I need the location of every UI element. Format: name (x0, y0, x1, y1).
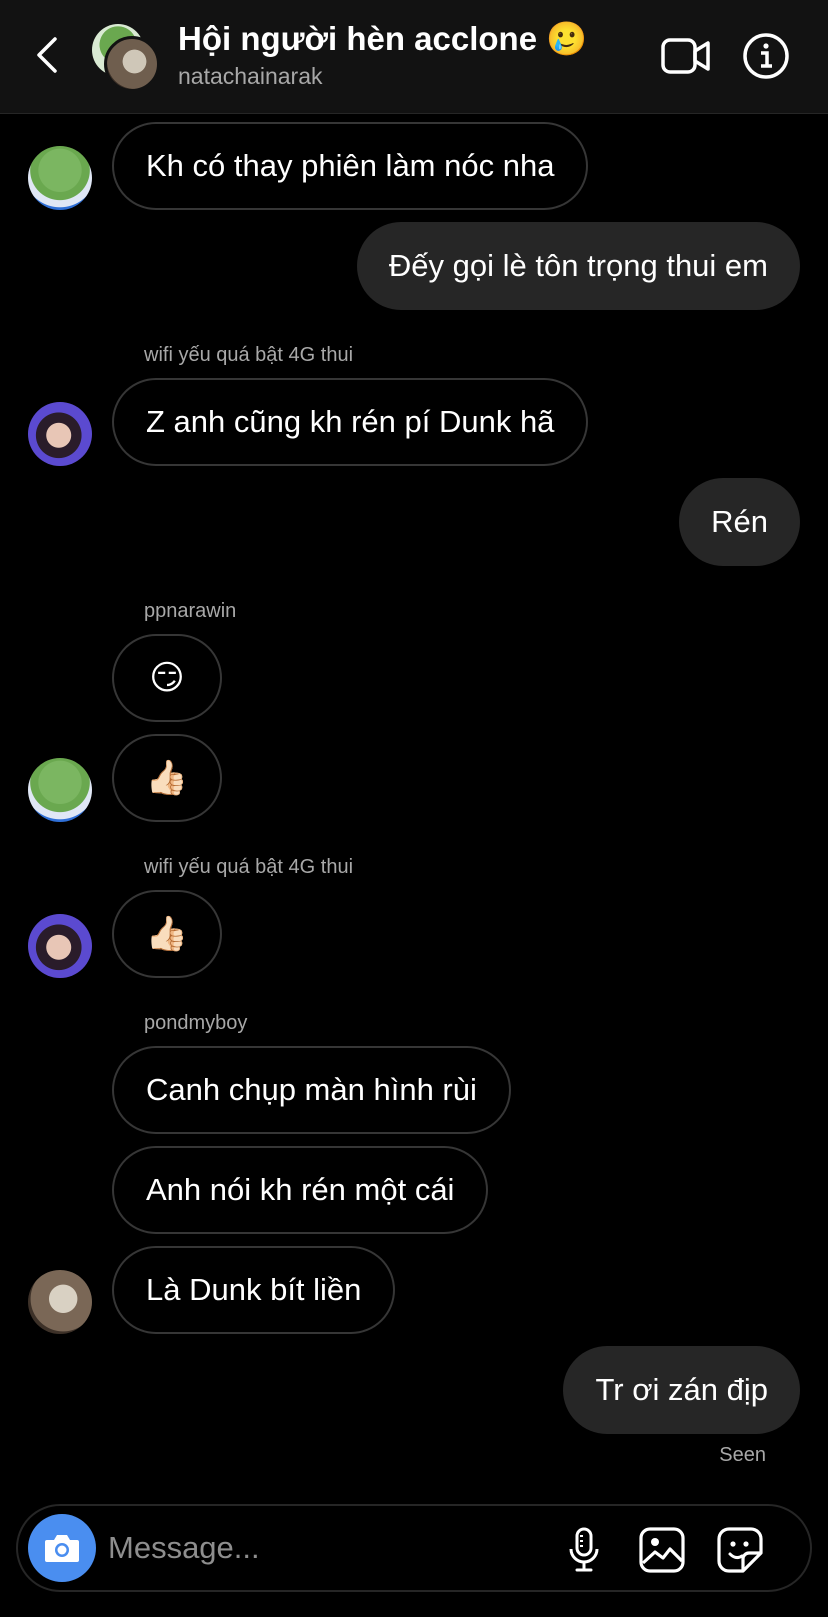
info-icon (743, 33, 789, 79)
sender-name: wifi yếu quá bật 4G thui (144, 856, 354, 878)
chat-header: Hội người hèn acclone 🥲 natachainarak (0, 0, 828, 114)
avatar[interactable] (28, 146, 92, 210)
sticker-icon (717, 1527, 763, 1573)
incoming-message[interactable]: Anh nói kh rén một cái (112, 1146, 489, 1234)
avatar[interactable] (28, 914, 92, 978)
group-avatar-front (104, 36, 160, 92)
microphone-icon (569, 1527, 599, 1572)
info-button[interactable] (740, 33, 792, 79)
outgoing-message[interactable]: Rén (679, 478, 800, 566)
back-button[interactable] (28, 34, 64, 76)
voice-message-button[interactable] (558, 1524, 610, 1576)
outgoing-message[interactable]: Đếy gọi lè tôn trọng thui em (356, 222, 800, 310)
video-camera-icon (661, 38, 710, 74)
gallery-button[interactable] (636, 1524, 688, 1576)
message-input[interactable] (108, 1522, 528, 1574)
camera-icon (45, 1535, 79, 1562)
emoji-message[interactable]: 👍🏻 (112, 890, 222, 978)
group-avatar[interactable] (92, 24, 160, 92)
avatar[interactable] (28, 758, 92, 822)
sticker-button[interactable] (714, 1524, 766, 1576)
incoming-message[interactable]: Canh chụp màn hình rùi (112, 1046, 511, 1134)
incoming-message[interactable]: Là Dunk bít liền (112, 1246, 396, 1334)
seen-status: Seen (719, 1444, 766, 1466)
avatar[interactable] (28, 402, 92, 466)
incoming-message[interactable]: Z anh cũng kh rén pí Dunk hã (112, 378, 589, 466)
image-gallery-icon (639, 1527, 685, 1573)
sender-name: wifi yếu quá bật 4G thui (144, 344, 354, 366)
video-call-button[interactable] (660, 33, 712, 79)
emoji-message[interactable]: 👍🏻 (112, 734, 222, 822)
message-composer (16, 1504, 812, 1592)
incoming-message[interactable]: Kh có thay phiên làm nóc nha (112, 122, 589, 210)
camera-button[interactable] (28, 1514, 96, 1582)
chat-subtitle[interactable]: natachainarak (178, 63, 323, 90)
sender-name: ppnarawin (144, 600, 237, 622)
outgoing-message[interactable]: Tr ơi zán địp (563, 1346, 800, 1434)
emoji-message[interactable]: 😏 (112, 634, 222, 722)
chat-title[interactable]: Hội người hèn acclone 🥲 (178, 20, 587, 59)
chevron-left-icon (37, 37, 57, 73)
avatar[interactable] (28, 1270, 92, 1334)
sender-name: pondmyboy (144, 1012, 248, 1034)
